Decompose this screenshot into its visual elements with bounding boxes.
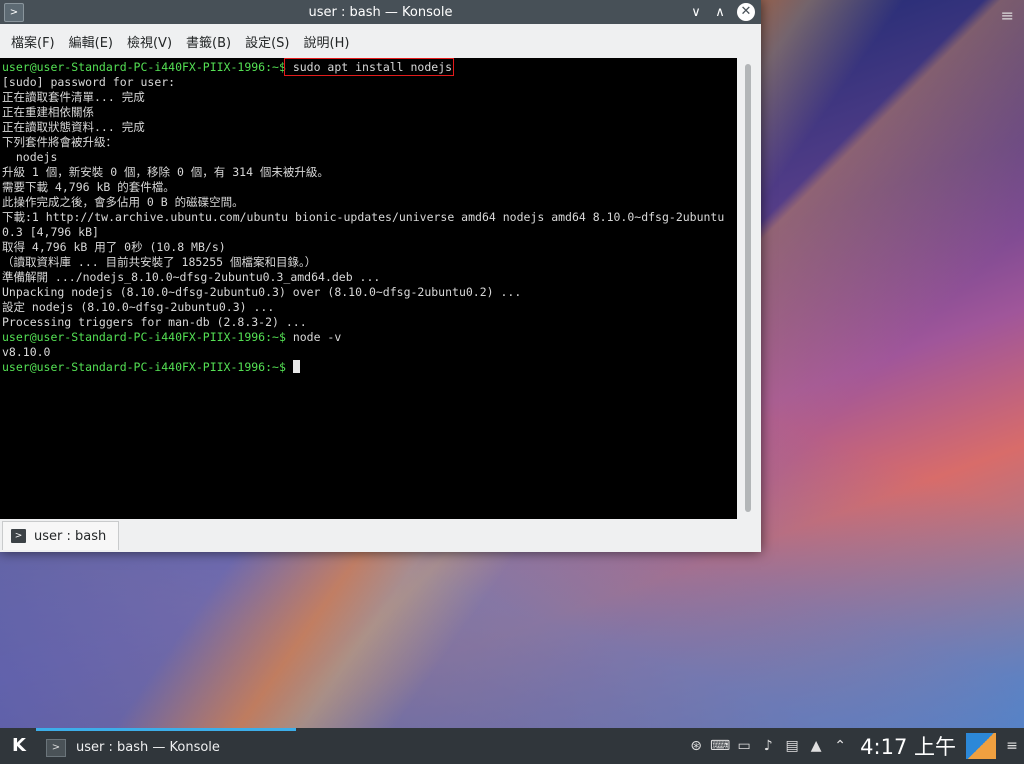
clock[interactable]: 4:17 上午 <box>860 731 956 761</box>
shell-prompt: user@user-Standard-PC-i440FX-PIIX-1996:~… <box>2 60 286 74</box>
expand-tray-icon[interactable]: ⌃ <box>828 738 852 754</box>
menu-bookmarks[interactable]: 書籤(B) <box>179 32 238 51</box>
display-icon[interactable]: ▭ <box>732 738 756 754</box>
show-desktop-icon[interactable] <box>966 733 996 759</box>
terminal-line: Processing triggers for man-db (2.8.3-2)… <box>2 315 307 329</box>
clipboard-icon[interactable]: ▤ <box>780 738 804 754</box>
terminal-line: 準備解開 .../nodejs_8.10.0~dfsg-2ubuntu0.3_a… <box>2 270 381 284</box>
desktop-hamburger-icon[interactable]: ≡ <box>1001 6 1014 25</box>
window-title: user : bash — Konsole <box>308 4 453 20</box>
terminal-line: user@user-Standard-PC-i440FX-PIIX-1996:~… <box>0 58 737 76</box>
terminal-line: v8.10.0 <box>2 345 51 359</box>
terminal-line: [sudo] password for user: <box>2 75 176 89</box>
terminal-line: 需要下載 4,796 kB 的套件檔。 <box>2 180 175 194</box>
terminal-line: 此操作完成之後，會多佔用 0 B 的磁碟空間。 <box>2 195 244 209</box>
close-icon[interactable]: ✕ <box>737 3 755 21</box>
system-tray: ⊛ ⌨ ▭ ♪ ▤ ▲ ⌃ 4:17 上午 ≡ <box>684 728 1024 764</box>
session-tab[interactable]: > user : bash <box>2 521 120 550</box>
terminal-app-icon[interactable]: > <box>4 3 24 22</box>
terminal-line: 0.3 [4,796 kB] <box>2 225 99 239</box>
terminal-output[interactable]: user@user-Standard-PC-i440FX-PIIX-1996:~… <box>0 58 737 521</box>
terminal-line: 正在讀取狀態資料... 完成 <box>2 120 145 134</box>
menu-file[interactable]: 檔案(F) <box>4 32 62 51</box>
panel-menu-icon[interactable]: ≡ <box>1000 738 1024 754</box>
terminal-line: 正在讀取套件清單... 完成 <box>2 90 145 104</box>
terminal-scrollbar[interactable] <box>737 58 761 519</box>
kde-icon[interactable]: K <box>6 733 32 759</box>
scrollbar-thumb[interactable] <box>745 64 751 512</box>
session-tabbar: > user : bash <box>0 519 761 552</box>
terminal-line: 升級 1 個，新安裝 0 個，移除 0 個，有 314 個未被升級。 <box>2 165 329 179</box>
menu-edit[interactable]: 編輯(E) <box>62 32 120 51</box>
terminal-line: nodejs <box>2 150 58 164</box>
menubar: 檔案(F) 編輯(E) 檢視(V) 書籤(B) 設定(S) 說明(H) <box>0 24 761 58</box>
terminal-line: Unpacking nodejs (8.10.0~dfsg-2ubuntu0.3… <box>2 285 522 299</box>
terminal-line: 設定 nodejs (8.10.0~dfsg-2ubuntu0.3) ... <box>2 300 275 314</box>
terminal-line: user@user-Standard-PC-i440FX-PIIX-1996:~… <box>0 360 737 375</box>
shell-prompt: user@user-Standard-PC-i440FX-PIIX-1996:~… <box>2 330 286 344</box>
command-text: node -v <box>292 330 342 344</box>
menu-view[interactable]: 檢視(V) <box>120 32 179 51</box>
minimize-icon[interactable]: ∨ <box>689 5 703 20</box>
terminal-line: （讀取資料庫 ... 目前共安裝了 185255 個檔案和目錄。） <box>2 255 317 269</box>
lock-icon[interactable]: ▲ <box>804 738 828 754</box>
keyboard-icon[interactable]: ⌨ <box>708 738 732 754</box>
tab-label: user : bash <box>34 528 107 544</box>
terminal-line: 正在重建相依關係 <box>2 105 94 119</box>
menu-settings[interactable]: 設定(S) <box>238 32 296 51</box>
terminal-line: 下列套件將會被升級： <box>2 135 117 149</box>
highlighted-command: sudo apt install nodejs <box>283 58 455 76</box>
maximize-icon[interactable]: ∧ <box>713 5 727 20</box>
text-cursor <box>292 360 300 373</box>
taskbar-panel: K > user : bash — Konsole ⊛ ⌨ ▭ ♪ ▤ ▲ ⌃ … <box>0 728 1024 764</box>
volume-icon[interactable]: ♪ <box>756 738 780 754</box>
terminal-line: 下載:1 http://tw.archive.ubuntu.com/ubuntu… <box>2 210 725 224</box>
shell-prompt: user@user-Standard-PC-i440FX-PIIX-1996:~… <box>2 360 286 374</box>
task-label: user : bash — Konsole <box>76 740 220 755</box>
menu-help[interactable]: 說明(H) <box>297 32 357 51</box>
konsole-window: > user : bash — Konsole ∨ ∧ ✕ 檔案(F) 編輯(E… <box>0 0 761 552</box>
terminal-line: 取得 4,796 kB 用了 0秒 (10.8 MB/s) <box>2 240 226 254</box>
window-titlebar[interactable]: > user : bash — Konsole ∨ ∧ ✕ <box>0 0 761 24</box>
terminal-line: user@user-Standard-PC-i440FX-PIIX-1996:~… <box>0 330 737 345</box>
terminal-icon: > <box>46 738 66 757</box>
network-icon[interactable]: ⊛ <box>684 738 708 754</box>
taskbar-task-konsole[interactable]: > user : bash — Konsole <box>40 731 240 764</box>
terminal-icon: > <box>11 529 26 543</box>
